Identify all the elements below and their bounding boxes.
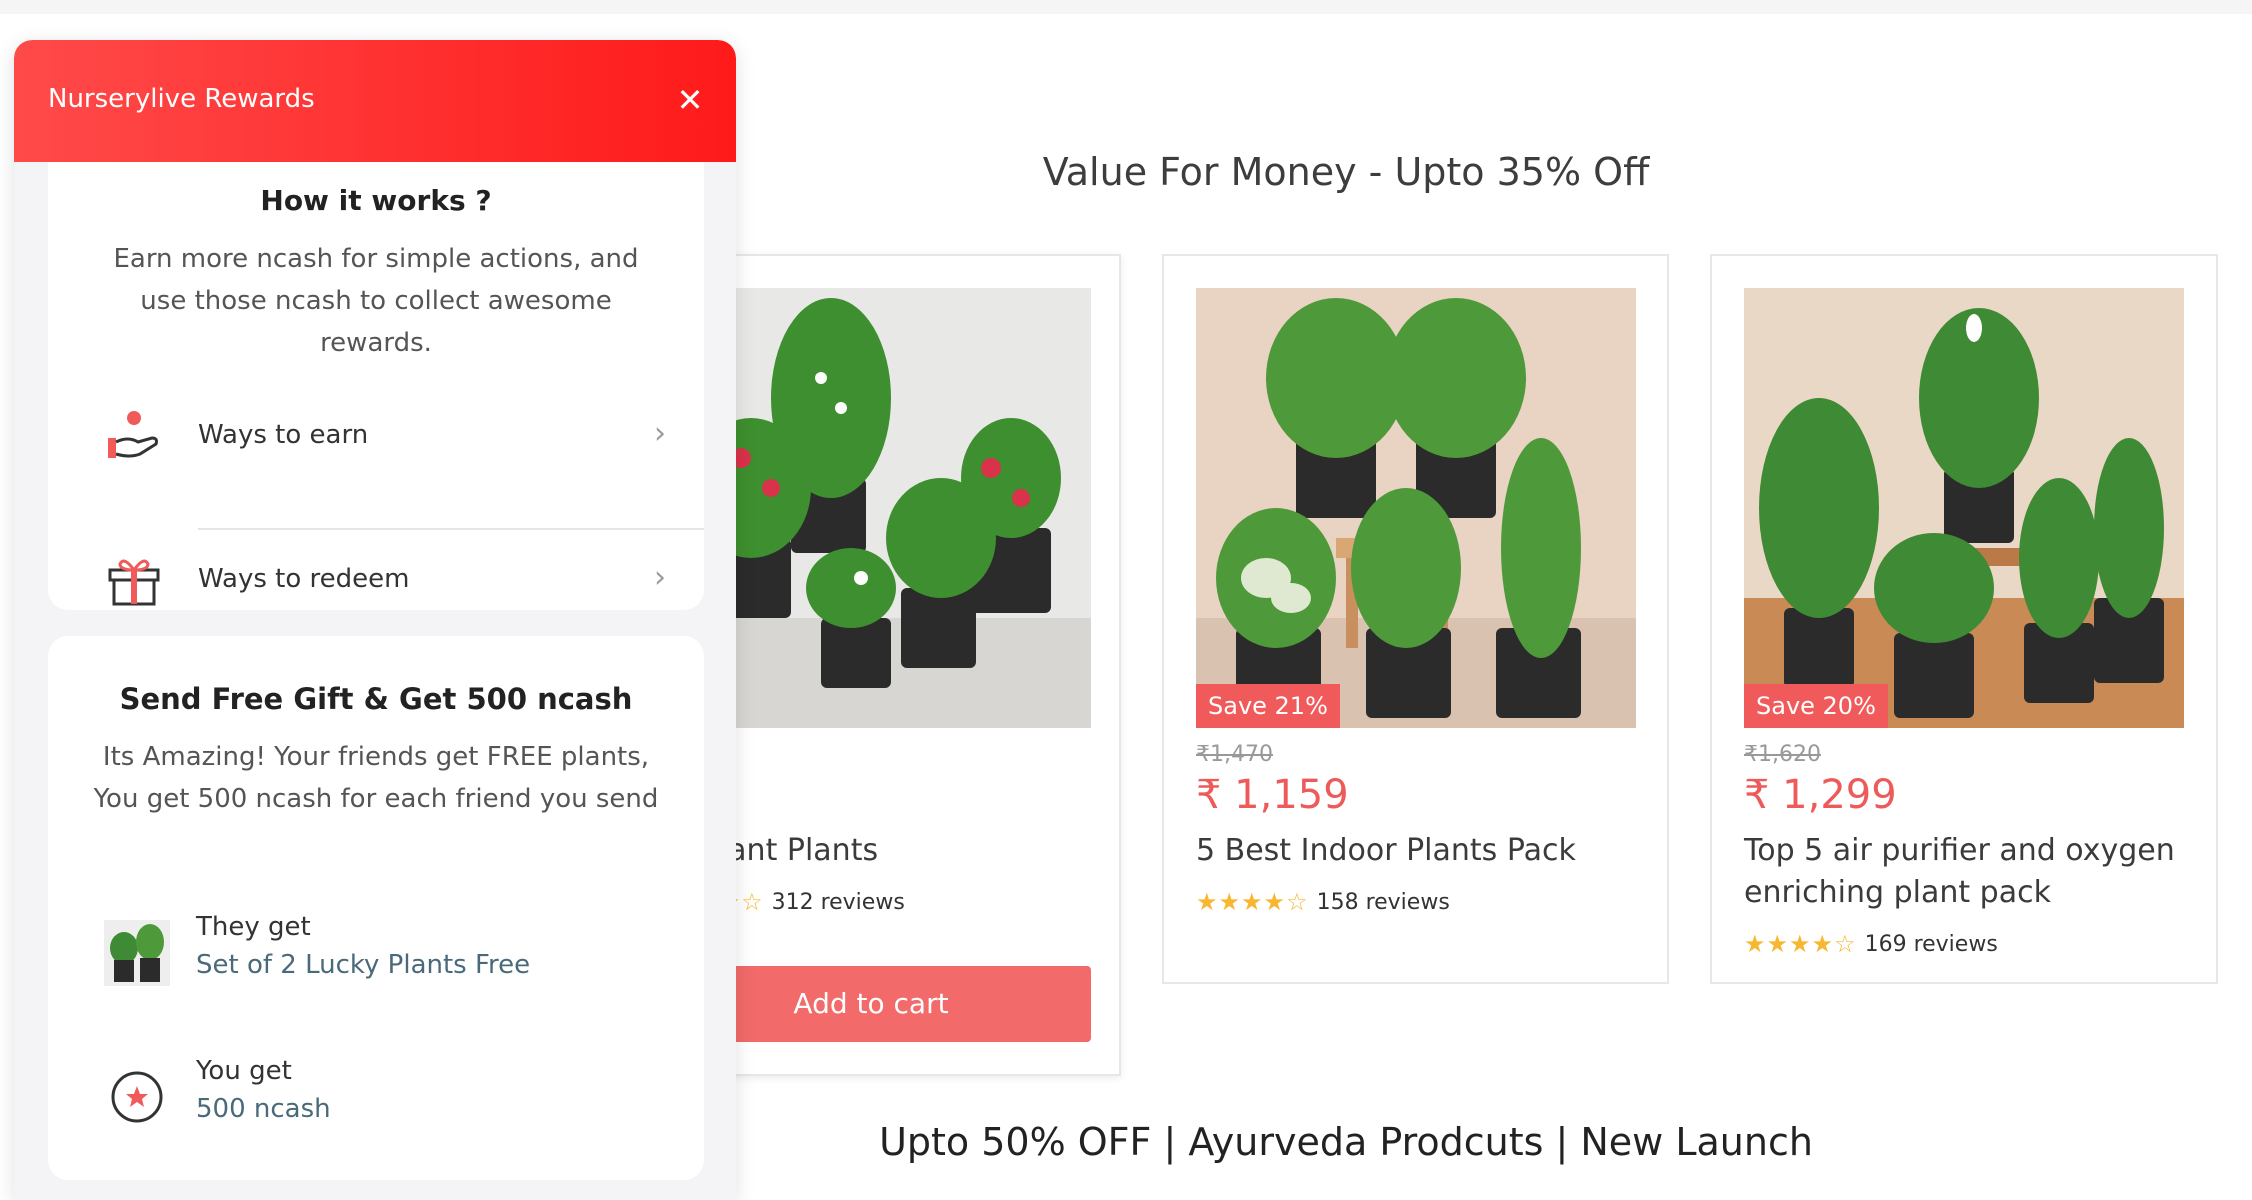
they-get-row: They get Set of 2 Lucky Plants Free <box>104 912 664 992</box>
discount-badge: Save 20% <box>1744 684 1888 728</box>
product-rating: ★★★★☆ 158 reviews <box>1196 888 1450 916</box>
how-it-works-heading: How it works ? <box>260 184 492 217</box>
you-get-row: You get 500 ncash <box>104 1056 664 1136</box>
star-rating-icon: ★★★★☆ <box>1196 888 1309 916</box>
review-count: 312 reviews <box>771 889 905 915</box>
close-icon[interactable]: ✕ <box>670 80 710 120</box>
free-gift-card: Send Free Gift & Get 500 ncash Its Amazi… <box>48 636 704 1180</box>
top-strip <box>0 0 2252 14</box>
product-card[interactable]: Save 20% ₹1,620 ₹ 1,299 Top 5 air purifi… <box>1710 254 2218 984</box>
you-get-label: You get <box>196 1056 292 1086</box>
they-get-value: Set of 2 Lucky Plants Free <box>196 950 531 980</box>
product-price: ₹ 1,299 <box>1744 772 1897 818</box>
product-image[interactable]: Save 21% <box>1196 288 1636 728</box>
free-gift-title: Send Free Gift & Get 500 ncash <box>119 682 633 716</box>
ncash-coin-icon <box>111 1071 163 1123</box>
rewards-description: Earn more ncash for simple actions, and … <box>113 244 639 358</box>
product-price: ₹ 1,159 <box>1196 772 1349 818</box>
divider <box>198 528 704 530</box>
earn-hand-icon <box>108 411 158 458</box>
rewards-header: Nurserylive Rewards ✕ <box>14 40 736 162</box>
product-name[interactable]: Top 5 air purifier and oxygen enriching … <box>1744 830 2194 914</box>
product-name[interactable]: 5 Best Indoor Plants Pack <box>1196 830 1646 872</box>
star-rating-icon: ★★★★☆ <box>1744 930 1857 958</box>
ways-to-earn-row[interactable]: Ways to earn › <box>106 388 704 484</box>
product-image[interactable]: Save 20% <box>1744 288 2184 728</box>
chevron-right-icon: › <box>654 560 666 595</box>
rewards-title: Nurserylive Rewards <box>48 84 315 114</box>
ways-to-earn-label: Ways to earn <box>198 420 369 450</box>
product-card[interactable]: Save 21% ₹1,470 ₹ 1,159 5 Best Indoor Pl… <box>1162 254 1669 984</box>
review-count: 158 reviews <box>1316 889 1450 915</box>
original-price: ₹1,620 <box>1744 742 1821 767</box>
plants-thumbnail <box>104 920 170 986</box>
how-it-works-card: How it works ? Earn more ncash for simpl… <box>48 120 704 610</box>
you-get-value: 500 ncash <box>196 1094 331 1124</box>
gift-icon <box>108 559 160 606</box>
free-gift-description: Its Amazing! Your friends get FREE plant… <box>93 742 659 814</box>
ways-to-redeem-label: Ways to redeem <box>198 564 410 594</box>
discount-badge: Save 21% <box>1196 684 1340 728</box>
they-get-label: They get <box>196 912 311 942</box>
product-rating: ★★★★☆ 169 reviews <box>1744 930 1998 958</box>
chevron-right-icon: › <box>654 416 666 451</box>
original-price: ₹1,470 <box>1196 742 1273 767</box>
ways-to-redeem-row[interactable]: Ways to redeem › <box>106 532 704 628</box>
rewards-panel: Nurserylive Rewards ✕ How it works ? Ear… <box>14 40 736 1200</box>
review-count: 169 reviews <box>1864 931 1998 957</box>
